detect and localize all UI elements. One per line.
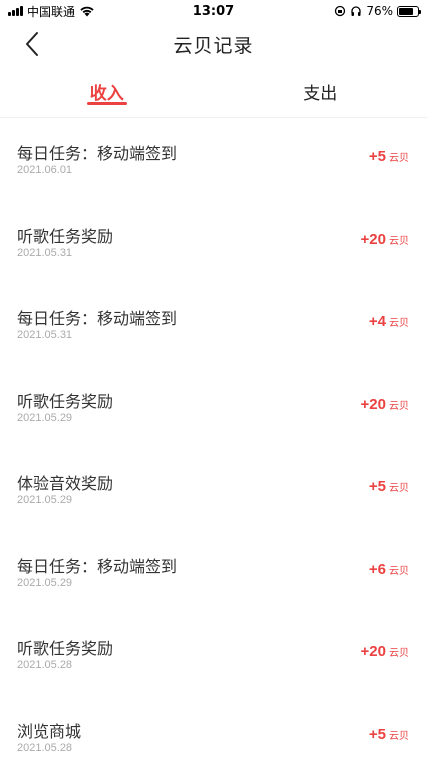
record-date: 2021.05.28 bbox=[17, 741, 73, 754]
record-item[interactable]: 浏览商城 2021.05.28 +5 云贝 bbox=[0, 696, 427, 757]
record-amount: +20 云贝 bbox=[361, 643, 409, 660]
record-title: 体验音效奖励 bbox=[17, 474, 114, 493]
record-date: 2021.05.31 bbox=[17, 246, 73, 259]
record-item[interactable]: 听歌任务奖励 2021.05.28 +20 云贝 bbox=[0, 613, 427, 696]
amount-unit: 云贝 bbox=[389, 400, 409, 412]
record-date: 2021.06.01 bbox=[17, 164, 73, 176]
chevron-left-icon bbox=[26, 32, 38, 56]
status-left: 中国联通 bbox=[8, 3, 95, 20]
record-item[interactable]: 听歌任务奖励 2021.05.31 +20 云贝 bbox=[0, 201, 427, 284]
amount-value: +20 bbox=[360, 395, 386, 413]
amount-value: +6 bbox=[368, 560, 386, 578]
headphones-icon bbox=[351, 6, 361, 16]
tab-expense-label: 支出 bbox=[303, 84, 338, 104]
tab-active-indicator bbox=[86, 102, 127, 105]
record-item[interactable]: 体验音效奖励 2021.05.29 +5 云贝 bbox=[0, 448, 427, 531]
tab-bar: 收入 支出 bbox=[0, 66, 427, 118]
status-bar: 中国联通 13:07 76% bbox=[0, 0, 427, 22]
record-title: 每日任务：移动端签到 bbox=[17, 556, 178, 576]
back-button[interactable] bbox=[18, 30, 46, 58]
record-amount: +5 云贝 bbox=[369, 726, 409, 743]
amount-unit: 云贝 bbox=[389, 565, 409, 577]
amount-value: +20 bbox=[360, 230, 386, 248]
nav-bar: 云贝记录 bbox=[0, 22, 427, 66]
record-date: 2021.05.28 bbox=[17, 659, 73, 671]
battery-percent: 76% bbox=[366, 4, 393, 18]
wifi-icon bbox=[80, 6, 94, 17]
rotation-lock-icon bbox=[335, 5, 346, 17]
record-item[interactable]: 听歌任务奖励 2021.05.29 +20 云贝 bbox=[0, 366, 427, 449]
record-title: 每日任务：移动端签到 bbox=[17, 309, 178, 328]
record-title: 听歌任务奖励 bbox=[17, 391, 114, 411]
carrier-label: 中国联通 bbox=[27, 4, 76, 19]
amount-unit: 云贝 bbox=[389, 730, 409, 742]
record-date: 2021.05.29 bbox=[17, 494, 73, 506]
signal-icon bbox=[8, 6, 23, 16]
record-amount: +5 云贝 bbox=[369, 478, 409, 495]
amount-value: +5 bbox=[368, 725, 386, 743]
record-date: 2021.05.29 bbox=[17, 576, 73, 589]
record-item[interactable]: 每日任务：移动端签到 2021.06.01 +5 云贝 bbox=[0, 118, 427, 201]
status-right: 76% bbox=[334, 4, 421, 18]
amount-unit: 云贝 bbox=[389, 235, 409, 247]
record-amount: +20 云贝 bbox=[361, 396, 409, 413]
tab-income-label: 收入 bbox=[89, 84, 124, 104]
amount-value: +5 bbox=[368, 148, 386, 165]
amount-value: +5 bbox=[368, 478, 386, 495]
battery-fill bbox=[399, 7, 413, 15]
record-amount: +5 云贝 bbox=[369, 148, 409, 165]
record-item[interactable]: 每日任务：移动端签到 2021.05.29 +6 云贝 bbox=[0, 531, 427, 614]
record-title: 听歌任务奖励 bbox=[17, 639, 114, 658]
record-item[interactable]: 每日任务：移动端签到 2021.05.31 +4 云贝 bbox=[0, 283, 427, 366]
tab-expense[interactable]: 支出 bbox=[214, 66, 427, 117]
record-amount: +6 云贝 bbox=[369, 561, 409, 578]
amount-unit: 云贝 bbox=[389, 483, 409, 494]
record-list[interactable]: 每日任务：移动端签到 2021.06.01 +5 云贝 听歌任务奖励 2021.0… bbox=[0, 118, 427, 757]
amount-value: +4 bbox=[368, 313, 386, 330]
tab-income[interactable]: 收入 bbox=[0, 66, 214, 117]
amount-unit: 云贝 bbox=[389, 318, 409, 329]
amount-unit: 云贝 bbox=[389, 648, 409, 659]
record-amount: +4 云贝 bbox=[369, 313, 409, 330]
record-title: 浏览商城 bbox=[17, 721, 82, 741]
record-amount: +20 云贝 bbox=[361, 231, 409, 248]
record-title: 听歌任务奖励 bbox=[17, 226, 114, 246]
amount-unit: 云贝 bbox=[389, 153, 409, 164]
record-title: 每日任务：移动端签到 bbox=[17, 144, 178, 163]
battery-icon bbox=[397, 5, 421, 17]
record-date: 2021.05.29 bbox=[17, 411, 73, 424]
page-title: 云贝记录 bbox=[173, 34, 254, 57]
record-date: 2021.05.31 bbox=[17, 329, 73, 341]
amount-value: +20 bbox=[360, 643, 386, 660]
